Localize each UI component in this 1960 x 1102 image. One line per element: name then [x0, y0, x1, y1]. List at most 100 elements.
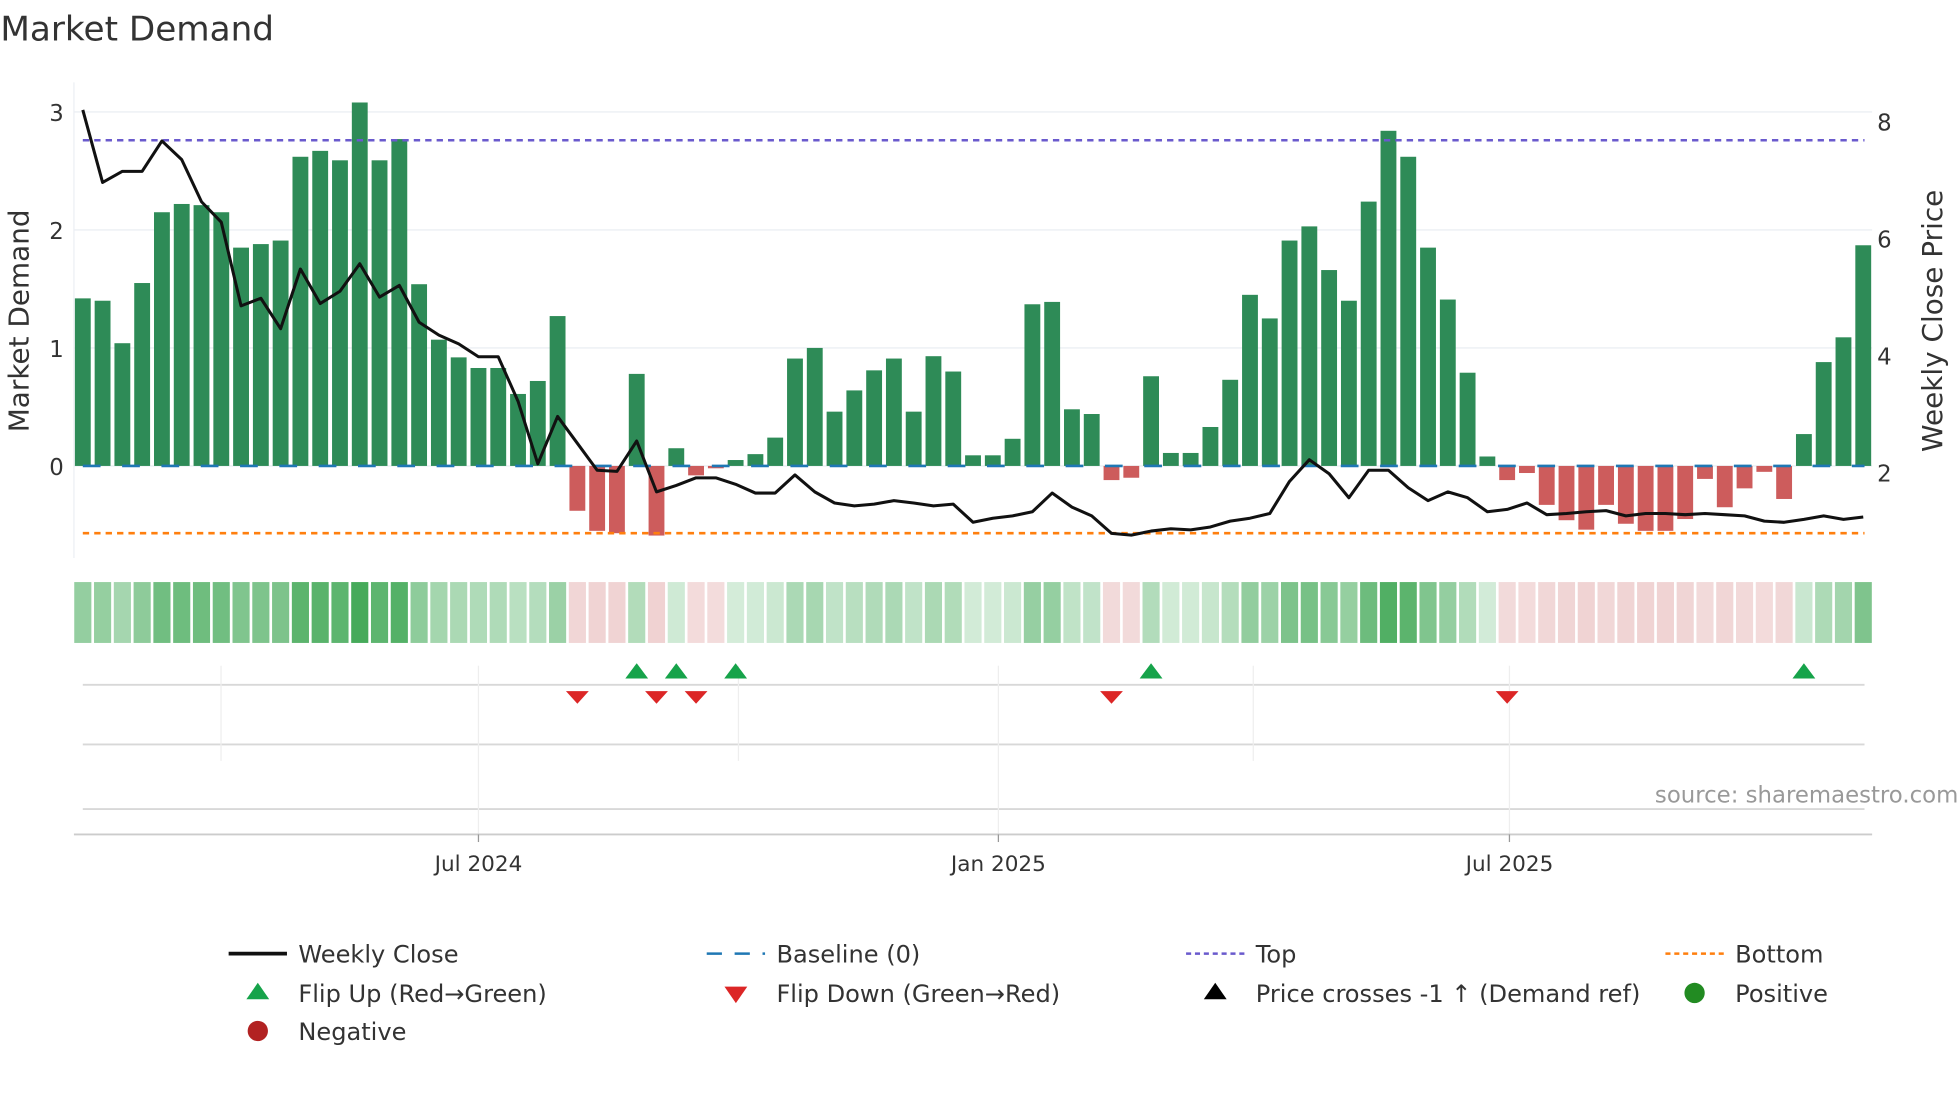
heat-cell	[1735, 582, 1754, 643]
heat-cell	[1182, 582, 1200, 643]
legend-circle-icon	[247, 1020, 268, 1042]
negative-bar	[1519, 465, 1535, 474]
positive-bar	[1340, 300, 1357, 466]
heat-cell	[825, 582, 844, 643]
y2-tick-label: 8	[1877, 110, 1892, 136]
positive-bar	[1064, 409, 1080, 466]
legend-label: Price crosses -1 ↑ (Demand ref)	[1256, 980, 1641, 1008]
heat-cell	[568, 582, 586, 643]
positive-bar	[173, 203, 190, 466]
flip-up-marker	[664, 663, 688, 679]
heat-cell	[1063, 582, 1081, 643]
positive-bar	[391, 139, 408, 466]
heat-cell	[1320, 582, 1338, 643]
heat-cell	[1004, 582, 1022, 643]
heat-cell	[1261, 582, 1279, 643]
positive-bar	[1004, 438, 1021, 466]
heat-cell	[509, 582, 527, 643]
heat-cell	[1518, 582, 1536, 643]
heat-cell	[390, 582, 408, 643]
heat-cell	[232, 582, 250, 643]
positive-bar	[94, 300, 111, 466]
heat-cell	[291, 582, 309, 643]
heat-cell	[272, 582, 290, 643]
negative-bar	[1538, 465, 1555, 505]
positive-bar	[1321, 270, 1338, 466]
legend-label: Positive	[1735, 980, 1828, 1008]
positive-bar	[905, 411, 922, 466]
positive-bar	[1024, 304, 1041, 466]
heat-cell	[1122, 582, 1140, 643]
positive-bar	[292, 156, 309, 466]
positive-bar	[1479, 456, 1496, 466]
positive-bar	[866, 370, 883, 466]
positive-bar	[332, 160, 348, 466]
positive-bar	[1795, 434, 1812, 466]
positive-bar	[272, 240, 289, 466]
positive-bar	[1459, 372, 1476, 466]
heat-cell	[1300, 582, 1318, 643]
positive-bar	[727, 460, 744, 466]
negative-bar	[1697, 465, 1713, 479]
heat-cell	[430, 582, 448, 643]
heat-cell	[1102, 582, 1121, 643]
negative-bar	[1677, 465, 1694, 520]
negative-bar	[1716, 465, 1733, 508]
positive-bar	[74, 298, 91, 466]
positive-bar	[312, 150, 329, 466]
heat-cell	[1360, 582, 1378, 643]
y-tick-label: 0	[49, 455, 64, 481]
positive-bar	[1360, 201, 1377, 466]
heat-cell	[944, 582, 962, 643]
y-tick-label: 1	[49, 337, 64, 363]
negative-bar	[609, 465, 625, 534]
negative-bar	[1756, 465, 1773, 472]
positive-bar	[1400, 156, 1417, 466]
legend-triangle-down-icon	[724, 986, 748, 1004]
legend-label: Flip Down (Green→Red)	[776, 980, 1060, 1008]
positive-bar	[945, 371, 962, 466]
heat-cell	[707, 582, 725, 643]
heat-cell	[1577, 582, 1595, 643]
positive-bar	[1815, 362, 1832, 466]
heat-cell	[905, 582, 923, 643]
y2-tick-label: 2	[1877, 461, 1892, 487]
legend-triangle-up-icon	[1203, 982, 1227, 1000]
x-tick-label: Jul 2024	[433, 852, 523, 877]
positive-bar	[470, 367, 487, 466]
legend-label: Negative	[298, 1018, 406, 1046]
heat-cell	[311, 582, 329, 643]
negative-bar	[1578, 465, 1595, 530]
positive-bar	[1044, 301, 1061, 466]
heat-cell	[1498, 582, 1516, 643]
heat-cell	[1162, 582, 1180, 643]
positive-bar	[1835, 337, 1852, 466]
negative-bar	[589, 465, 606, 531]
positive-bar	[1162, 452, 1179, 466]
negative-bar	[1598, 465, 1614, 505]
negative-bar	[1637, 465, 1654, 531]
positive-bar	[252, 244, 269, 466]
flip-up-marker	[724, 663, 748, 679]
y2-tick-label: 6	[1877, 227, 1892, 253]
heat-cell	[727, 582, 745, 643]
positive-bar	[885, 358, 902, 466]
heat-cell	[786, 582, 804, 643]
positive-bar	[1281, 240, 1298, 466]
heat-cell	[1597, 582, 1615, 643]
positive-bar	[846, 390, 863, 466]
heat-cell	[1676, 582, 1694, 643]
heat-cell	[1538, 582, 1556, 643]
positive-bar	[925, 356, 942, 466]
heat-cell	[766, 582, 784, 643]
positive-bar	[1222, 379, 1239, 466]
legend-label: Weekly Close	[298, 941, 458, 969]
positive-bar	[1420, 247, 1436, 466]
negative-bar	[688, 465, 704, 476]
legend-label: Top	[1255, 941, 1297, 969]
heat-cell	[984, 582, 1002, 643]
positive-bar	[1855, 245, 1872, 466]
y2-axis-label: Weekly Close Price	[1916, 190, 1949, 452]
heat-cell	[1221, 582, 1239, 643]
heat-cell	[153, 582, 171, 643]
